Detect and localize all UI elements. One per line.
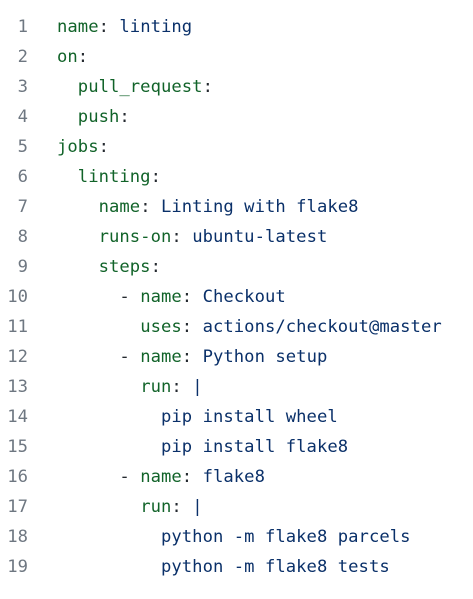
yaml-key: name [140,467,182,487]
yaml-value: Python setup [192,347,328,367]
yaml-colon: : [119,107,130,127]
code-line: 19 python -m flake8 tests [0,552,473,582]
yaml-colon: : [98,137,109,157]
yaml-value: flake8 [192,467,265,487]
code-line: 18 python -m flake8 parcels [0,522,473,552]
yaml-key: name [140,347,182,367]
line-number: 13 [7,377,28,397]
yaml-key: pull_request [77,77,203,97]
yaml-value: linting [109,17,193,37]
line-number: 10 [7,287,28,307]
code-line: 2 on: [0,42,473,72]
yaml-key: linting [77,167,151,187]
yaml-colon: : [150,167,161,187]
line-number: 11 [7,317,28,337]
code-line: 17 run: | [0,492,473,522]
code-line: 15 pip install flake8 [0,432,473,462]
yaml-colon: : [181,347,193,367]
yaml-key: jobs [57,137,99,157]
line-number: 15 [7,437,28,457]
line-number: 1 [17,17,28,37]
yaml-value: Linting with flake8 [150,197,359,217]
yaml-colon: : [171,227,182,247]
line-number: 7 [17,197,28,217]
line-number: 8 [17,227,28,247]
line-number: 19 [7,557,28,577]
yaml-colon: : [171,377,182,397]
yaml-key: runs-on [98,227,172,247]
yaml-value: actions/checkout@master [192,317,442,337]
yaml-colon: : [150,257,161,277]
yaml-colon: : [171,497,182,517]
code-line: 8 runs-on: ubuntu-latest [0,222,473,252]
yaml-colon: : [140,197,151,217]
yaml-value: python -m flake8 tests [160,557,390,577]
yaml-value: pip install wheel [160,407,338,427]
line-number: 12 [7,347,28,367]
line-number: 5 [17,137,28,157]
yaml-colon: : [202,77,213,97]
line-number: 2 [17,47,28,67]
yaml-key: uses [140,317,182,337]
code-line: 11 uses: actions/checkout@master [0,312,473,342]
yaml-colon: : [181,287,193,307]
code-line: 7 name: Linting with flake8 [0,192,473,222]
line-number: 3 [17,77,28,97]
indent: - [57,467,141,487]
line-number: 16 [7,467,28,487]
yaml-key: run [140,377,172,397]
yaml-value: | [181,497,203,517]
indent: - [57,287,141,307]
code-line: 3 pull_request: [0,72,473,102]
code-line: 9 steps: [0,252,473,282]
yaml-key: on [57,47,78,67]
yaml-key: push [77,107,120,127]
yaml-key: name [57,17,99,37]
line-number: 4 [17,107,28,127]
code-line: 13 run: | [0,372,473,402]
yaml-colon: : [77,47,89,67]
code-view: 1 name: linting 2 on: 3 pull_request: 4 pu… [0,12,473,582]
code-line: 10 - name: Checkout [0,282,473,312]
code-line: 16 - name: flake8 [0,462,473,492]
indent: - [57,347,141,367]
yaml-key: name [140,287,182,307]
line-number: 9 [17,257,28,277]
code-line: 4 push: [0,102,473,132]
line-number: 14 [7,407,28,427]
code-line: 1 name: linting [0,12,473,42]
yaml-value: python -m flake8 parcels [160,527,411,547]
yaml-colon: : [98,17,109,37]
yaml-value: ubuntu-latest [181,227,328,247]
code-line: 6 linting: [0,162,473,192]
line-number: 18 [7,527,28,547]
yaml-key: name [98,197,141,217]
yaml-value: pip install flake8 [160,437,349,457]
line-number: 17 [7,497,28,517]
yaml-colon: : [181,467,193,487]
yaml-value: | [181,377,203,397]
line-number: 6 [17,167,28,187]
yaml-colon: : [181,317,193,337]
code-line: 5 jobs: [0,132,473,162]
yaml-key: steps [98,257,151,277]
code-line: 12 - name: Python setup [0,342,473,372]
code-line: 14 pip install wheel [0,402,473,432]
yaml-key: run [140,497,172,517]
yaml-value: Checkout [192,287,286,307]
